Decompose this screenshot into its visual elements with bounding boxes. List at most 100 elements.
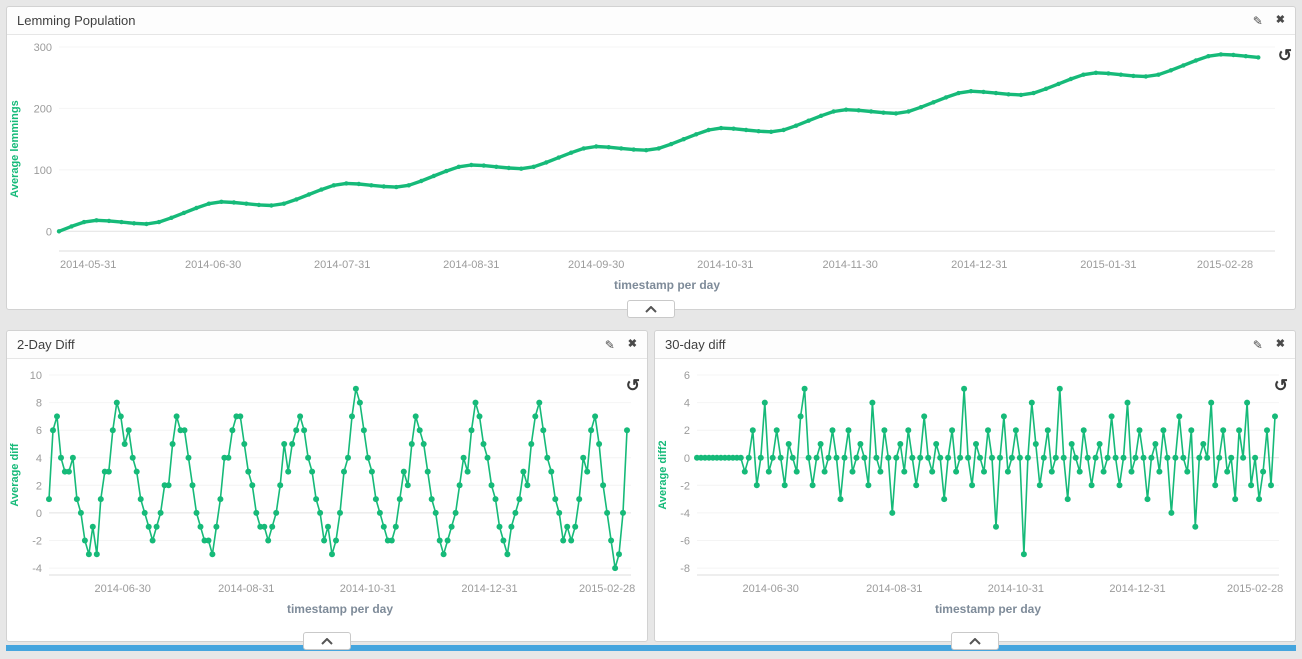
data-point (1049, 469, 1055, 475)
data-point (1031, 91, 1035, 95)
panel-30-day-diff: 30-day diff ✎ ✖ ↺ 6420-2-4-6-82014-06-30… (654, 330, 1296, 642)
chart-area: ↺ 6420-2-4-6-82014-06-302014-08-312014-1… (655, 359, 1295, 639)
data-point (482, 163, 486, 167)
data-point (754, 482, 760, 488)
data-point (277, 482, 283, 488)
data-point (1220, 427, 1226, 433)
data-point (1240, 455, 1246, 461)
data-point (142, 510, 148, 516)
data-point (524, 482, 530, 488)
data-point (925, 455, 931, 461)
data-point (1148, 455, 1154, 461)
zoom-out-history-icon[interactable]: ↺ (626, 377, 640, 394)
data-point (790, 455, 796, 461)
collapse-row-button[interactable] (303, 632, 351, 650)
y-tick-label: -4 (680, 508, 690, 520)
data-point (369, 183, 373, 187)
data-point (397, 496, 403, 502)
data-point (616, 551, 622, 557)
data-point (1065, 496, 1071, 502)
data-point (449, 524, 455, 530)
zoom-out-history-icon[interactable]: ↺ (1278, 47, 1292, 64)
close-panel-icon[interactable]: ✖ (628, 339, 637, 350)
data-point (1005, 469, 1011, 475)
data-point (82, 220, 86, 224)
data-point (1001, 413, 1007, 419)
data-point (921, 413, 927, 419)
data-point (353, 386, 359, 392)
collapse-row-button[interactable] (627, 300, 675, 318)
data-point (834, 455, 840, 461)
y-tick-label: -2 (680, 480, 690, 492)
collapse-row-button[interactable] (951, 632, 999, 650)
data-point (281, 441, 287, 447)
data-point (337, 510, 343, 516)
data-point (497, 524, 503, 530)
data-point (781, 128, 785, 132)
x-axis-title: timestamp per day (287, 602, 393, 616)
y-tick-label: -4 (32, 563, 42, 575)
y-tick-label: 10 (30, 370, 42, 382)
data-point (154, 524, 160, 530)
data-point (106, 469, 112, 475)
panel-actions: ✎ ✖ (605, 339, 637, 351)
data-point (82, 538, 88, 544)
data-point (174, 413, 180, 419)
data-point (500, 538, 506, 544)
data-point (78, 510, 84, 516)
data-point (806, 119, 810, 123)
edit-pencil-icon[interactable]: ✎ (1253, 15, 1263, 27)
data-point (588, 427, 594, 433)
data-point (961, 386, 967, 392)
data-point (341, 469, 347, 475)
data-point (1224, 469, 1230, 475)
data-point (819, 114, 823, 118)
data-point (857, 441, 863, 447)
data-point (822, 469, 828, 475)
row-add-bar[interactable] (6, 645, 1296, 651)
edit-pencil-icon[interactable]: ✎ (605, 339, 615, 351)
close-panel-icon[interactable]: ✖ (1276, 15, 1285, 26)
data-point (1216, 455, 1222, 461)
data-point (1252, 455, 1258, 461)
data-point (70, 455, 76, 461)
data-point (949, 427, 955, 433)
data-point (746, 455, 752, 461)
data-point (1164, 455, 1170, 461)
data-point (54, 413, 60, 419)
data-point (953, 469, 959, 475)
y-tick-label: -8 (680, 563, 690, 575)
y-tick-label: 0 (684, 453, 690, 465)
x-tick-label: 2014-08-31 (866, 583, 922, 595)
zoom-out-history-icon[interactable]: ↺ (1274, 377, 1288, 394)
data-point (957, 455, 963, 461)
close-panel-icon[interactable]: ✖ (1276, 339, 1285, 350)
data-point (560, 538, 566, 544)
data-point (1019, 93, 1023, 97)
data-point (512, 510, 518, 516)
x-tick-label: 2014-12-31 (461, 583, 517, 595)
data-point (285, 469, 291, 475)
data-point (245, 469, 251, 475)
data-point (344, 181, 348, 185)
data-point (865, 482, 871, 488)
data-point (297, 413, 303, 419)
data-point (762, 400, 768, 406)
data-point (1037, 482, 1043, 488)
data-point (806, 455, 812, 461)
panel-header: Lemming Population ✎ ✖ (7, 7, 1295, 35)
data-point (307, 192, 311, 196)
data-point (1105, 455, 1111, 461)
data-point (166, 482, 172, 488)
y-tick-label: 0 (36, 508, 42, 520)
data-point (119, 220, 123, 224)
data-point (1119, 73, 1123, 77)
chart-area: ↺ 01002003002014-05-312014-06-302014-07-… (7, 35, 1295, 307)
data-point (1117, 482, 1123, 488)
edit-pencil-icon[interactable]: ✎ (1253, 339, 1263, 351)
data-point (742, 469, 748, 475)
data-point (1089, 482, 1095, 488)
x-tick-label: 2014-12-31 (951, 259, 1007, 271)
data-point (1077, 469, 1083, 475)
data-point (706, 128, 710, 132)
